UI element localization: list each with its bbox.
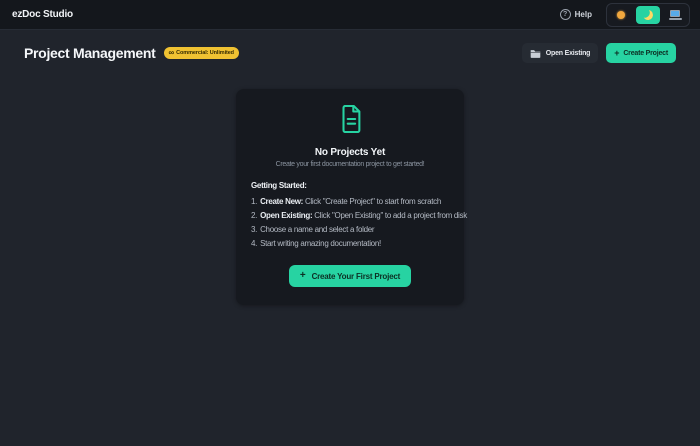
- laptop-screen: [670, 9, 680, 17]
- app-title: ezDoc Studio: [12, 9, 73, 20]
- step-bold: Open Existing:: [260, 211, 313, 220]
- main-content: Project Management ∞ Commercial: Unlimit…: [0, 42, 700, 305]
- create-project-label: Create Project: [623, 49, 668, 57]
- empty-state-title: No Projects Yet: [314, 147, 386, 158]
- empty-state-card: No Projects Yet Create your first docume…: [236, 89, 467, 305]
- getting-started-step-3: 3. Choose a name and select a folder: [251, 226, 454, 234]
- step-number: 4.: [251, 239, 258, 248]
- help-icon: ?: [559, 9, 571, 20]
- page-title-wrap: Project Management ∞ Commercial: Unlimit…: [24, 45, 239, 61]
- theme-toggle-group: [606, 2, 690, 27]
- license-badge-label: Commercial: Unlimited: [176, 50, 234, 56]
- document-icon: [341, 104, 360, 134]
- plus-icon: +: [299, 270, 306, 281]
- license-badge: ∞ Commercial: Unlimited: [163, 47, 239, 59]
- step-number: 2.: [251, 211, 258, 220]
- create-first-project-label: Create Your First Project: [311, 271, 401, 281]
- getting-started-step-1: 1. Create New: Click "Create Project" to …: [251, 198, 454, 206]
- getting-started-section: Getting Started: 1. Create New: Click "Cr…: [246, 181, 467, 248]
- step-number: 1.: [251, 197, 258, 206]
- help-label: Help: [574, 10, 592, 19]
- step-bold: Create New:: [260, 197, 304, 206]
- page-title: Project Management: [24, 45, 156, 61]
- getting-started-heading: Getting Started:: [251, 181, 307, 190]
- help-button[interactable]: ? Help: [559, 9, 592, 20]
- theme-dark-button[interactable]: [636, 5, 660, 24]
- folder-icon: [530, 49, 541, 58]
- sun-icon: [617, 10, 625, 19]
- step-text: Start writing amazing documentation!: [260, 239, 381, 248]
- moon-icon: [642, 8, 654, 20]
- top-bar: ezDoc Studio ? Help: [0, 0, 700, 30]
- create-project-button[interactable]: + Create Project: [606, 43, 676, 63]
- step-text: Click "Create Project" to start from scr…: [303, 197, 442, 206]
- step-text: Click "Open Existing" to add a project f…: [312, 211, 467, 220]
- step-number: 3.: [251, 225, 258, 234]
- step-text: Choose a name and select a folder: [260, 225, 375, 234]
- theme-light-button[interactable]: [609, 6, 633, 24]
- empty-state-subtitle: Create your first documentation project …: [275, 161, 425, 168]
- open-existing-button[interactable]: Open Existing: [521, 43, 599, 63]
- getting-started-step-4: 4. Start writing amazing documentation!: [251, 240, 454, 248]
- create-first-project-button[interactable]: + Create Your First Project: [288, 265, 412, 287]
- theme-system-button[interactable]: [663, 6, 687, 24]
- infinity-icon: ∞: [168, 48, 175, 57]
- page-header: Project Management ∞ Commercial: Unlimit…: [24, 42, 676, 64]
- open-existing-label: Open Existing: [545, 49, 591, 57]
- getting-started-step-2: 2. Open Existing: Click "Open Existing" t…: [251, 211, 467, 220]
- laptop-base: [668, 17, 682, 20]
- laptop-icon: [668, 9, 682, 20]
- page-actions: Open Existing + Create Project: [521, 43, 676, 63]
- app-window: ezDoc Studio ? Help Project Management ∞…: [0, 0, 700, 305]
- document-icon-wrap: [246, 104, 454, 138]
- topbar-right: ? Help: [559, 2, 690, 27]
- plus-icon: +: [614, 47, 620, 58]
